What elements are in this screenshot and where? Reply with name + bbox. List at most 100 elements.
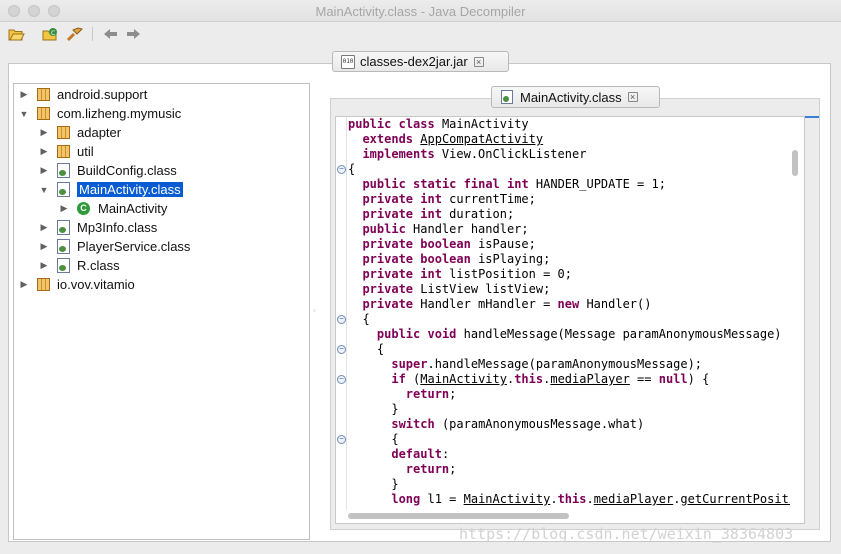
tree-item-label: PlayerService.class bbox=[77, 239, 191, 254]
toolbar-separator bbox=[92, 27, 93, 41]
overview-ruler-marker bbox=[805, 116, 819, 118]
close-icon[interactable]: × bbox=[627, 92, 638, 102]
tree-item-label: adapter bbox=[77, 125, 122, 140]
code-line: private ListView listView; bbox=[362, 282, 551, 296]
code-line: super.handleMessage(paramAnonymousMessag… bbox=[391, 357, 703, 371]
code-line: } bbox=[348, 477, 399, 491]
open-folder-icon[interactable] bbox=[7, 26, 25, 42]
code-line: } bbox=[348, 402, 399, 416]
tree-item-mainactivity-class[interactable]: ▼ MainActivity.class bbox=[39, 180, 183, 199]
search-icon[interactable] bbox=[65, 26, 83, 42]
code-line: long l1 = MainActivity.this.mediaPlayer.… bbox=[391, 492, 790, 506]
package-icon bbox=[57, 126, 70, 139]
tree-item-label: MainActivity bbox=[98, 201, 168, 216]
tree-item-mp3info[interactable]: ▶ Mp3Info.class bbox=[39, 218, 157, 237]
code-line: public class MainActivity bbox=[348, 117, 529, 131]
fold-icon[interactable]: − bbox=[337, 315, 346, 324]
expand-arrow-icon[interactable]: ▶ bbox=[39, 146, 49, 157]
code-line: private boolean isPause; bbox=[362, 237, 536, 251]
tree-item-label: Mp3Info.class bbox=[77, 220, 158, 235]
code-line: switch (paramAnonymousMessage.what) bbox=[391, 417, 645, 431]
collapse-arrow-icon[interactable]: ▼ bbox=[39, 185, 49, 195]
tab-jar-file-label: classes-dex2jar.jar bbox=[360, 54, 468, 69]
code-line: return; bbox=[405, 462, 457, 476]
tree-item-label: R.class bbox=[77, 258, 120, 273]
collapse-arrow-icon[interactable]: ▼ bbox=[19, 109, 29, 119]
code-line: private int currentTime; bbox=[362, 192, 536, 206]
jar-icon: 010 bbox=[341, 54, 355, 69]
tree-item-adapter[interactable]: ▶ adapter bbox=[39, 123, 122, 142]
expand-arrow-icon[interactable]: ▶ bbox=[39, 260, 49, 271]
fold-icon[interactable]: − bbox=[337, 165, 346, 174]
code-line: { bbox=[348, 312, 370, 326]
package-icon bbox=[57, 145, 70, 158]
package-icon bbox=[37, 88, 50, 101]
code-line: private int listPosition = 0; bbox=[362, 267, 572, 281]
splitter-handle[interactable]: ◦ bbox=[313, 306, 321, 315]
back-arrow-icon[interactable] bbox=[101, 26, 119, 42]
tree-item-playerservice[interactable]: ▶ PlayerService.class bbox=[39, 237, 190, 256]
expand-arrow-icon[interactable]: ▶ bbox=[39, 222, 49, 233]
code-line: public Handler handler; bbox=[362, 222, 529, 236]
code-line: if (MainActivity.this.mediaPlayer == nul… bbox=[391, 372, 710, 386]
open-type-icon[interactable]: C bbox=[41, 26, 59, 42]
svg-text:C: C bbox=[51, 30, 55, 37]
tree-item-r-class[interactable]: ▶ R.class bbox=[39, 256, 120, 275]
tree-item-com-lizheng-mymusic[interactable]: ▼ com.lizheng.mymusic bbox=[19, 104, 182, 123]
code-line: private Handler mHandler = new Handler() bbox=[362, 297, 652, 311]
expand-arrow-icon[interactable]: ▶ bbox=[59, 203, 69, 214]
class-file-icon bbox=[57, 220, 70, 235]
app-window: MainActivity.class - Java Decompiler C 0… bbox=[0, 0, 841, 554]
forward-arrow-icon[interactable] bbox=[124, 26, 142, 42]
horizontal-scrollbar[interactable] bbox=[348, 513, 569, 519]
code-line: { bbox=[348, 432, 399, 446]
toolbar: C bbox=[0, 22, 841, 46]
package-icon bbox=[37, 278, 50, 291]
tree-item-mainactivity[interactable]: ▶ C MainActivity bbox=[59, 199, 168, 218]
tab-mainactivity-class[interactable]: MainActivity.class × bbox=[491, 86, 660, 108]
expand-arrow-icon[interactable]: ▶ bbox=[39, 241, 49, 252]
code-line: public void handleMessage(Message paramA… bbox=[376, 327, 782, 341]
class-file-icon bbox=[501, 90, 513, 104]
code-line: { bbox=[348, 342, 385, 356]
expand-arrow-icon[interactable]: ▶ bbox=[39, 165, 49, 176]
watermark: https://blog.csdn.net/weixin_38364803 bbox=[459, 525, 794, 543]
tree-item-label: BuildConfig.class bbox=[77, 163, 177, 178]
tree-item-buildconfig[interactable]: ▶ BuildConfig.class bbox=[39, 161, 177, 180]
code-line: extends AppCompatActivity bbox=[362, 132, 544, 146]
code-line: private int duration; bbox=[362, 207, 515, 221]
expand-arrow-icon[interactable]: ▶ bbox=[19, 279, 29, 290]
code-line: public static final int HANDER_UPDATE = … bbox=[362, 177, 666, 191]
package-tree[interactable]: ▶ android.support ▼ com.lizheng.mymusic … bbox=[13, 83, 310, 540]
title-bar: MainActivity.class - Java Decompiler bbox=[0, 0, 841, 22]
tree-item-label: com.lizheng.mymusic bbox=[57, 106, 182, 121]
class-file-icon bbox=[57, 163, 70, 178]
tree-item-label: util bbox=[77, 144, 94, 159]
close-icon[interactable]: × bbox=[473, 56, 484, 67]
fold-icon[interactable]: − bbox=[337, 435, 346, 444]
window-title: MainActivity.class - Java Decompiler bbox=[315, 4, 526, 19]
tree-item-io-vov-vitamio[interactable]: ▶ io.vov.vitamio bbox=[19, 275, 135, 294]
class-file-icon bbox=[57, 182, 70, 197]
tree-item-label: io.vov.vitamio bbox=[57, 277, 135, 292]
tree-item-util[interactable]: ▶ util bbox=[39, 142, 94, 161]
tree-item-label: android.support bbox=[57, 87, 148, 102]
package-icon bbox=[37, 107, 50, 120]
fold-icon[interactable]: − bbox=[337, 375, 346, 384]
code-line: return; bbox=[405, 387, 457, 401]
expand-arrow-icon[interactable]: ▶ bbox=[19, 89, 29, 100]
tree-item-label-selected: MainActivity.class bbox=[77, 182, 183, 197]
editor-gutter bbox=[346, 117, 347, 510]
expand-arrow-icon[interactable]: ▶ bbox=[39, 127, 49, 138]
code-line: private boolean isPlaying; bbox=[362, 252, 551, 266]
code-line: { bbox=[348, 162, 356, 176]
tab-mainactivity-label: MainActivity.class bbox=[520, 89, 622, 105]
fold-icon[interactable]: − bbox=[337, 345, 346, 354]
code-line: implements View.OnClickListener bbox=[362, 147, 587, 161]
tree-item-android-support[interactable]: ▶ android.support bbox=[19, 85, 148, 104]
code-line: default: bbox=[391, 447, 450, 461]
vertical-scrollbar[interactable] bbox=[792, 150, 798, 176]
class-file-icon bbox=[57, 258, 70, 273]
tab-jar-file[interactable]: 010 classes-dex2jar.jar × bbox=[332, 51, 509, 72]
class-file-icon bbox=[57, 239, 70, 254]
